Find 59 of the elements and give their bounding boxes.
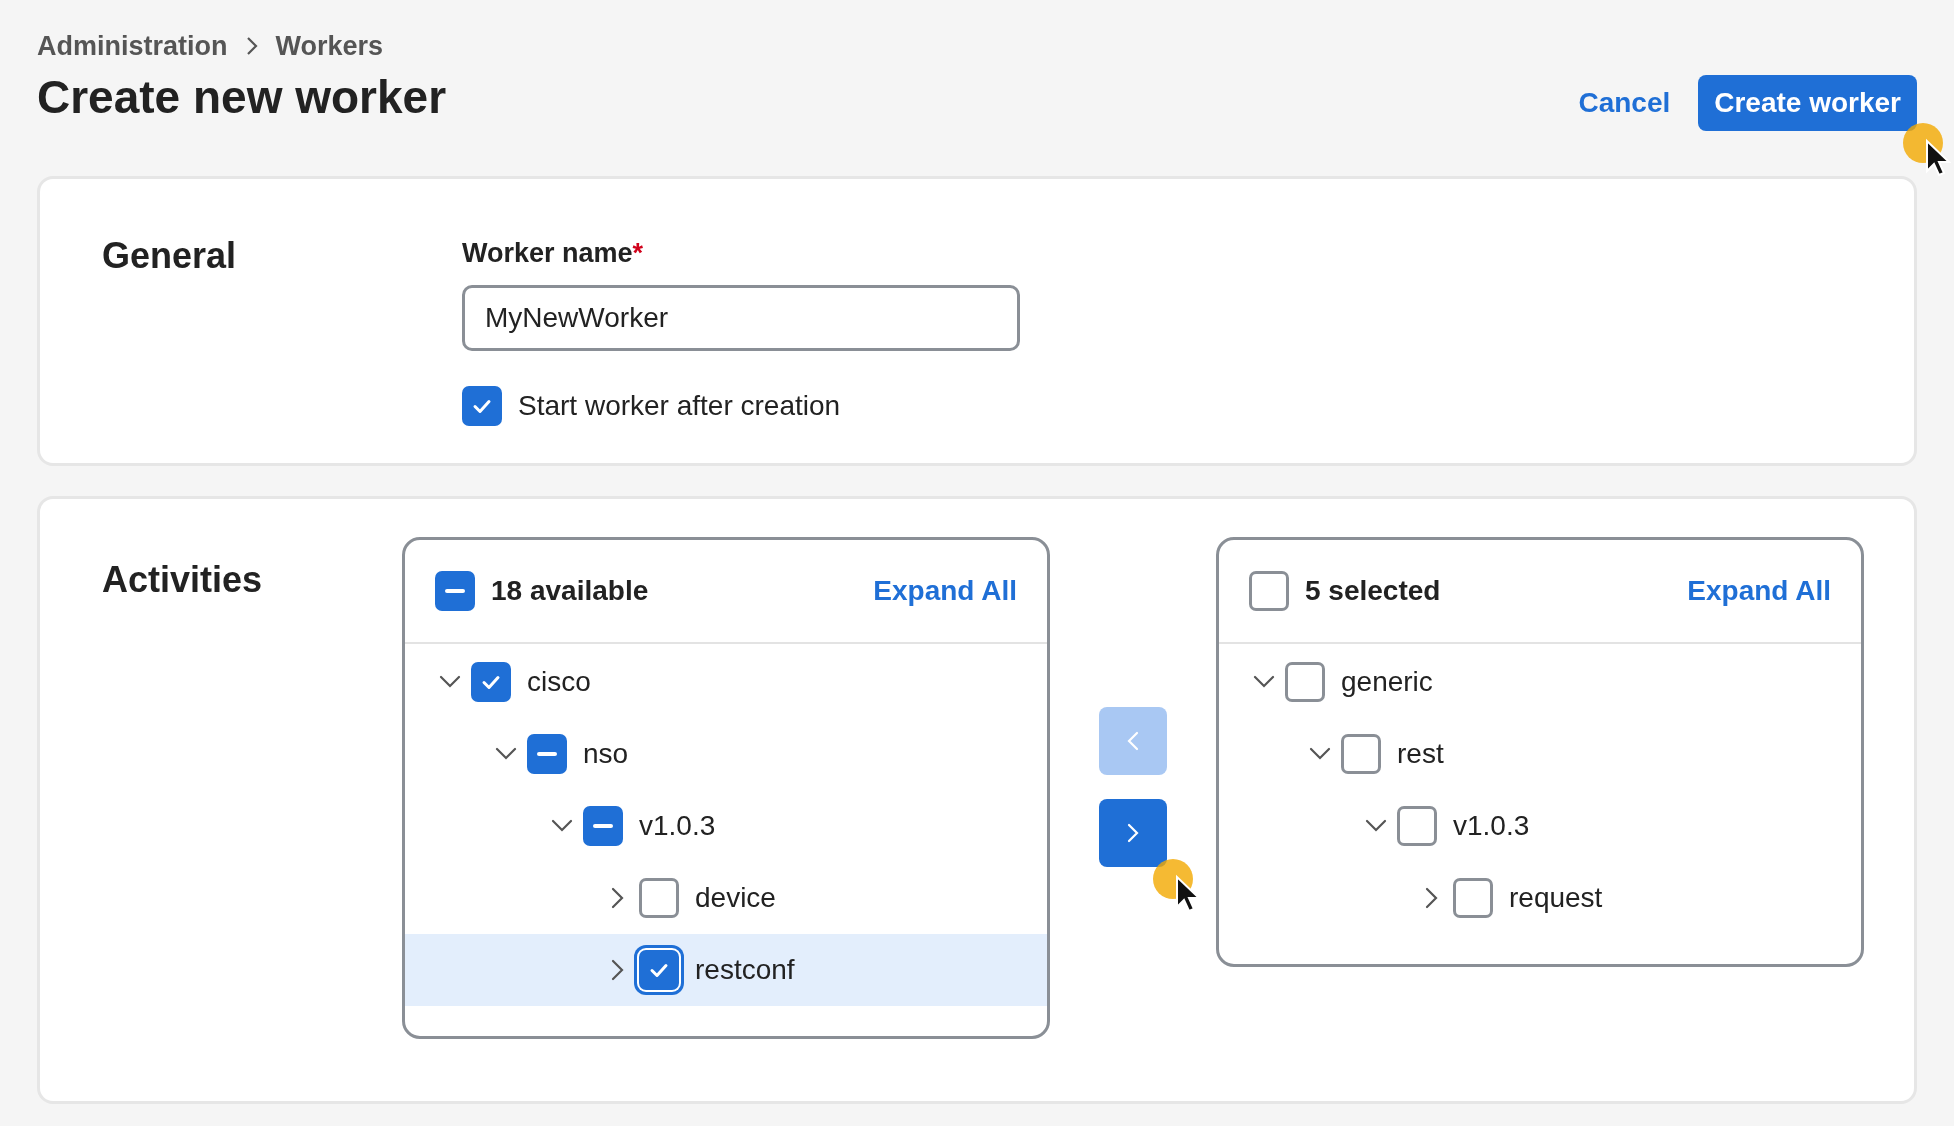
chevron-down-icon[interactable] xyxy=(1309,746,1331,761)
chevron-right-icon[interactable] xyxy=(1425,886,1439,909)
chevron-down-icon[interactable] xyxy=(1365,818,1387,833)
chevron-right-icon xyxy=(1127,822,1139,843)
tree-label: rest xyxy=(1397,736,1444,771)
tree-label: device xyxy=(695,880,776,915)
chevron-down-icon[interactable] xyxy=(1253,674,1275,689)
count-label: 5 selected xyxy=(1305,573,1441,608)
tree-row[interactable]: v1.0.3 xyxy=(1219,789,1861,862)
tree-row[interactable]: nso xyxy=(405,717,1047,790)
minus-icon xyxy=(445,588,465,593)
worker-name-input[interactable]: MyNewWorker xyxy=(462,285,1020,351)
tree-label: restconf xyxy=(695,952,795,987)
tree-label: v1.0.3 xyxy=(639,808,716,843)
chevron-right-icon xyxy=(245,36,258,57)
checkbox[interactable] xyxy=(527,733,567,774)
tree-label: cisco xyxy=(527,664,591,699)
tree-row[interactable]: request xyxy=(1219,861,1861,934)
checkbox[interactable] xyxy=(583,805,623,846)
tree-label: generic xyxy=(1341,664,1433,699)
tree-label: request xyxy=(1509,880,1603,915)
create-worker-button[interactable]: Create worker xyxy=(1698,75,1917,131)
field-label: Worker name* xyxy=(462,236,645,270)
checkbox[interactable] xyxy=(1249,570,1289,611)
chevron-right-icon[interactable] xyxy=(611,886,625,909)
tree-label: v1.0.3 xyxy=(1453,808,1530,843)
checkbox[interactable] xyxy=(1285,661,1325,702)
section-heading: Activities xyxy=(102,557,264,602)
tree-row[interactable]: generic xyxy=(1219,645,1861,718)
checkbox[interactable] xyxy=(639,877,679,918)
tree-row[interactable]: cisco xyxy=(405,645,1047,718)
tree-row[interactable]: v1.0.3 xyxy=(405,789,1047,862)
page-title: Create new worker xyxy=(37,69,447,125)
checkbox-label: Start worker after creation xyxy=(518,389,841,423)
tree-row[interactable]: restconf xyxy=(405,933,1047,1006)
checkbox[interactable] xyxy=(462,386,502,426)
expand-all-link[interactable]: Expand All xyxy=(873,569,1017,612)
expand-all-link[interactable]: Expand All xyxy=(1687,569,1831,612)
move-right-button[interactable] xyxy=(1099,798,1167,867)
minus-icon xyxy=(537,751,557,756)
chevron-down-icon[interactable] xyxy=(551,818,573,833)
chevron-right-icon[interactable] xyxy=(611,958,625,981)
checkbox[interactable] xyxy=(1397,805,1437,846)
tree-label: nso xyxy=(583,736,629,771)
minus-icon xyxy=(593,823,613,828)
checkbox[interactable] xyxy=(471,661,511,702)
chevron-left-icon xyxy=(1127,730,1139,751)
breadcrumb-link[interactable]: Administration xyxy=(37,26,228,67)
cancel-button[interactable]: Cancel xyxy=(1558,75,1691,131)
tree-row[interactable]: rest xyxy=(1219,717,1861,790)
tree-row[interactable]: device xyxy=(405,861,1047,934)
breadcrumb-link[interactable]: Workers xyxy=(275,26,384,67)
count-label: 18 available xyxy=(491,573,649,608)
checkbox[interactable] xyxy=(435,570,475,611)
section-heading: General xyxy=(102,233,238,278)
chevron-down-icon[interactable] xyxy=(495,746,517,761)
chevron-down-icon[interactable] xyxy=(439,674,461,689)
checkbox[interactable] xyxy=(1453,877,1493,918)
checkbox[interactable] xyxy=(1341,733,1381,774)
